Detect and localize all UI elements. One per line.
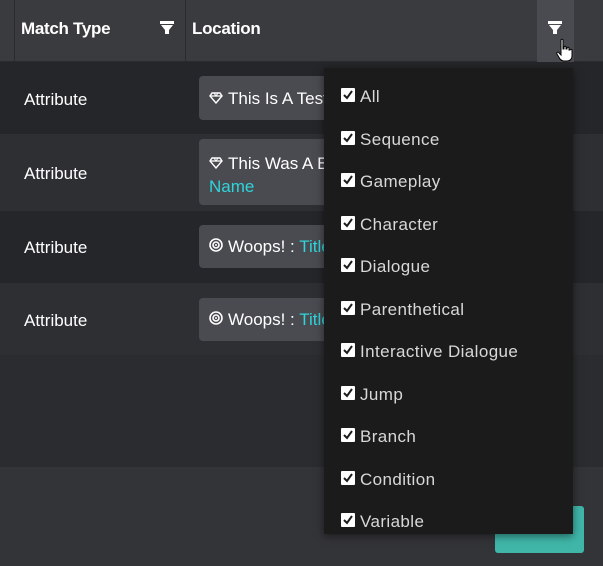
checkbox-checked-icon[interactable] (341, 300, 355, 315)
filter-option-label: Dialogue (360, 257, 431, 277)
filter-option-parenthetical[interactable]: Parenthetical (324, 289, 573, 332)
location-text: This Is A Test (228, 89, 328, 108)
filter-icon[interactable] (158, 18, 176, 38)
filter-option-label: Gameplay (360, 172, 441, 192)
checkbox-checked-icon[interactable] (341, 428, 355, 443)
filter-option-label: All (360, 87, 381, 107)
table-header: Match Type Location (0, 0, 603, 62)
filter-option-label: Sequence (360, 129, 440, 149)
match-type-cell: Attribute (24, 164, 88, 183)
match-type-cell: Attribute (24, 311, 88, 330)
filter-option-label: Branch (360, 427, 417, 447)
filter-option-all[interactable]: All (324, 76, 573, 119)
location-text: Woops! : (228, 237, 300, 256)
target-icon (209, 310, 225, 330)
filter-option-label: Parenthetical (360, 299, 465, 319)
location-text: This Was A B (228, 154, 329, 173)
filter-icon[interactable] (546, 18, 564, 38)
filter-option-label: Jump (360, 384, 404, 404)
checkbox-checked-icon[interactable] (341, 258, 355, 273)
checkbox-checked-icon[interactable] (341, 513, 355, 528)
checkbox-checked-icon[interactable] (341, 343, 355, 358)
filter-option-interactive-dialogue[interactable]: Interactive Dialogue (324, 331, 573, 374)
checkbox-checked-icon[interactable] (341, 470, 355, 485)
filter-option-variable[interactable]: Variable (324, 501, 573, 544)
filter-option-jump[interactable]: Jump (324, 374, 573, 417)
filter-option-label: Character (360, 214, 439, 234)
filter-option-label: Variable (360, 512, 425, 532)
checkbox-checked-icon[interactable] (341, 385, 355, 400)
diamond-icon (209, 89, 225, 109)
filter-option-condition[interactable]: Condition (324, 459, 573, 502)
diamond-icon (209, 152, 225, 175)
find-results-panel: Match Type Location Attribute This Is A … (0, 0, 603, 566)
match-type-cell: Attribute (24, 238, 88, 257)
filter-option-branch[interactable]: Branch (324, 416, 573, 459)
filter-option-label: Condition (360, 469, 436, 489)
filter-option-label: Interactive Dialogue (360, 342, 519, 362)
type-filter-dropdown: All Sequence Gameplay Character Dialogue… (324, 68, 573, 534)
column-header-match-type[interactable]: Match Type (14, 0, 186, 62)
checkbox-checked-icon[interactable] (341, 173, 355, 188)
filter-option-character[interactable]: Character (324, 204, 573, 247)
hand-cursor-icon (556, 38, 573, 62)
checkbox-checked-icon[interactable] (341, 88, 355, 103)
column-header-label: Match Type (21, 19, 111, 38)
filter-option-gameplay[interactable]: Gameplay (324, 161, 573, 204)
target-icon (209, 237, 225, 257)
checkbox-checked-icon[interactable] (341, 130, 355, 145)
location-text: Woops! : (228, 310, 300, 329)
match-type-cell: Attribute (24, 90, 88, 109)
filter-option-sequence[interactable]: Sequence (324, 119, 573, 162)
checkbox-checked-icon[interactable] (341, 215, 355, 230)
filter-option-dialogue[interactable]: Dialogue (324, 246, 573, 289)
column-header-label: Location (192, 19, 261, 38)
